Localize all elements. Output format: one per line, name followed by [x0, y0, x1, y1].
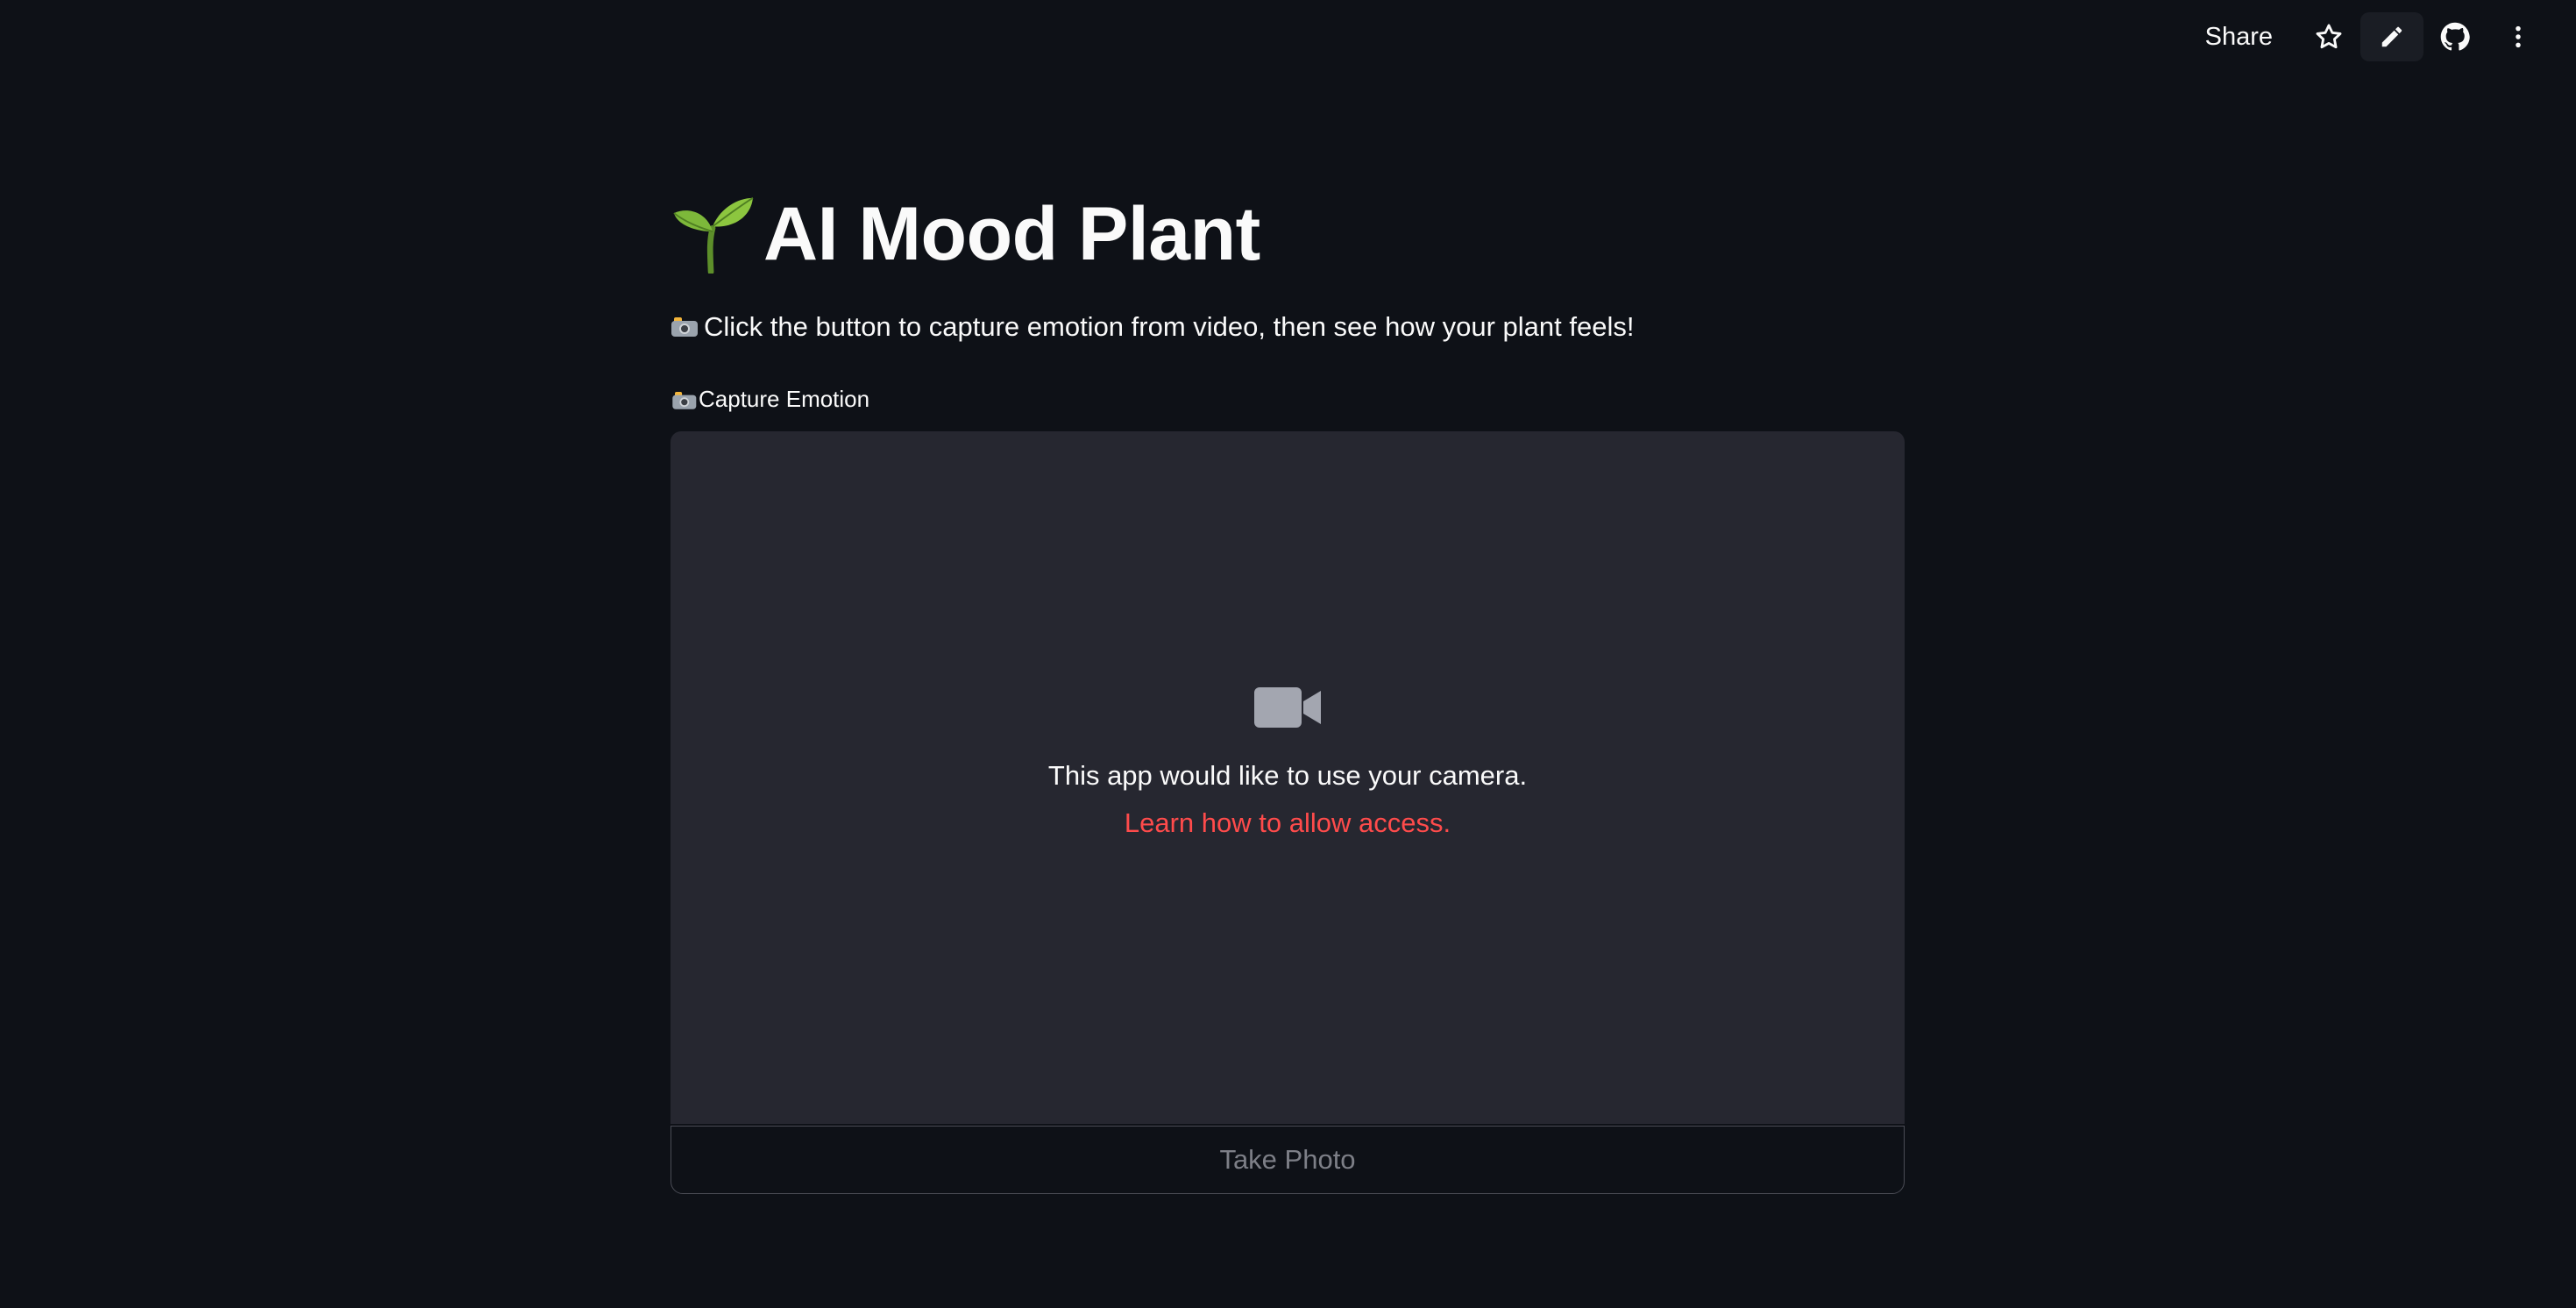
camera-permission-prompt: This app would like to use your camera. … [671, 686, 1905, 839]
camera-flash-icon [671, 316, 699, 338]
star-icon [2316, 24, 2342, 49]
camera-input-label-text: Capture Emotion [699, 386, 870, 412]
github-button[interactable] [2423, 12, 2487, 61]
kebab-menu-icon [2516, 25, 2521, 48]
share-button[interactable]: Share [2188, 14, 2290, 60]
edit-button[interactable] [2360, 12, 2423, 61]
camera-input-label: Capture Emotion [671, 386, 869, 413]
github-icon [2440, 22, 2470, 51]
video-camera-icon [1254, 687, 1321, 728]
page-title: AI Mood Plant [671, 186, 1260, 282]
camera-flash-icon [671, 391, 697, 409]
app-page: Share AI Mood Plant Click the button to … [0, 0, 2576, 1308]
main-menu-button[interactable] [2487, 12, 2550, 61]
sprout-icon [673, 197, 754, 274]
camera-permission-message: This app would like to use your camera. [1047, 760, 1528, 791]
title-text: AI Mood Plant [763, 191, 1260, 276]
pencil-icon [2381, 26, 2402, 47]
intro-text: Click the button to capture emotion from… [671, 311, 1634, 343]
star-button[interactable] [2297, 12, 2360, 61]
allow-access-link[interactable]: Learn how to allow access. [671, 807, 1905, 839]
camera-preview-panel: This app would like to use your camera. … [671, 431, 1905, 1124]
take-photo-button[interactable]: Take Photo [671, 1126, 1905, 1194]
intro-text-content: Click the button to capture emotion from… [704, 311, 1635, 342]
top-toolbar: Share [2188, 12, 2550, 61]
